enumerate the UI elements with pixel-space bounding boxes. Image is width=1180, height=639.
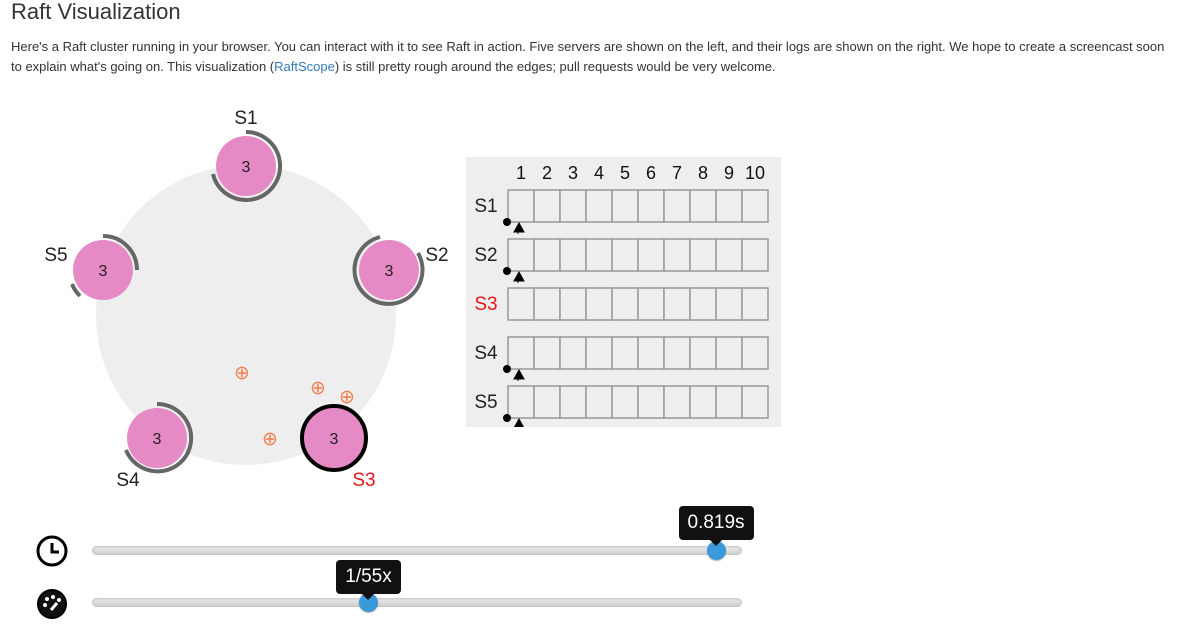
term-s5: 3 xyxy=(99,263,108,280)
log-entry-slot[interactable] xyxy=(689,238,717,272)
log-entry-slot[interactable] xyxy=(663,385,691,419)
log-entry-slot[interactable] xyxy=(663,336,691,370)
log-entry-slot[interactable] xyxy=(559,189,587,223)
log-column-number: 1 xyxy=(516,163,526,183)
server-label-s5: S5 xyxy=(44,245,67,266)
log-row-label-s2: S2 xyxy=(474,245,497,266)
log-entry-slot[interactable] xyxy=(637,287,665,321)
intro-text-end: ) is still pretty rough around the edges… xyxy=(334,59,776,74)
speed-tooltip: 1/55x xyxy=(336,560,401,600)
log-entry-slot[interactable] xyxy=(585,385,613,419)
message-1[interactable]: ⊕ xyxy=(234,362,250,384)
log-entry-slot[interactable] xyxy=(663,238,691,272)
log-entry-slot[interactable] xyxy=(585,189,613,223)
log-entry-slot[interactable] xyxy=(715,238,743,272)
log-column-number: 5 xyxy=(620,163,630,183)
log-entry-slot[interactable] xyxy=(715,189,743,223)
log-row-label-s1: S1 xyxy=(474,196,497,217)
log-entry-slot[interactable] xyxy=(559,238,587,272)
log-entry-slot[interactable] xyxy=(689,385,717,419)
log-entry-slot[interactable] xyxy=(741,385,769,419)
log-entry-slot[interactable] xyxy=(611,385,639,419)
message-2[interactable]: ⊕ xyxy=(310,377,326,399)
log-entry-slot[interactable] xyxy=(559,287,587,321)
log-column-number: 2 xyxy=(542,163,552,183)
log-entry-slot[interactable] xyxy=(611,238,639,272)
speed-control: 1/55x xyxy=(36,560,796,622)
term-s1: 3 xyxy=(242,159,251,176)
server-s3[interactable]: S3 3 xyxy=(300,404,376,491)
log-column-number: 10 xyxy=(745,163,765,183)
log-entry-slot[interactable] xyxy=(585,336,613,370)
log-entry-slot[interactable] xyxy=(611,287,639,321)
log-entry-slot[interactable] xyxy=(507,287,535,321)
log-entry-slot[interactable] xyxy=(689,189,717,223)
log-entry-slot[interactable] xyxy=(741,238,769,272)
commit-index-marker xyxy=(503,414,511,422)
log-entry-slot[interactable] xyxy=(637,189,665,223)
time-slider-track[interactable] xyxy=(92,546,742,555)
intro-paragraph: Here's a Raft cluster running in your br… xyxy=(11,37,1171,77)
log-entry-slot[interactable] xyxy=(689,336,717,370)
speed-slider-track[interactable] xyxy=(92,598,742,607)
log-row-label-s4: S4 xyxy=(474,343,498,364)
time-tooltip: 0.819s xyxy=(678,506,754,546)
cluster-ring: S1 3 S2 3 S5 3 S4 3 S3 3 ⊕ ⊕ ⊕ ⊕ xyxy=(44,108,448,491)
page-title: Raft Visualization xyxy=(11,0,181,24)
time-control: 0.819s xyxy=(36,506,796,569)
log-entry-slot[interactable] xyxy=(533,287,561,321)
log-entry-slot[interactable] xyxy=(663,287,691,321)
log-entry-slot[interactable] xyxy=(637,385,665,419)
log-entry-slot[interactable] xyxy=(611,336,639,370)
log-entry-slot[interactable] xyxy=(715,385,743,419)
log-entry-slot[interactable] xyxy=(689,287,717,321)
term-s3: 3 xyxy=(330,431,339,448)
message-4[interactable]: ⊕ xyxy=(262,428,278,450)
log-column-number: 6 xyxy=(646,163,656,183)
log-column-number: 4 xyxy=(594,163,604,183)
server-label-s3: S3 xyxy=(352,470,375,491)
log-column-number: 3 xyxy=(568,163,578,183)
log-entry-slot[interactable] xyxy=(507,189,535,223)
commit-index-marker xyxy=(503,365,511,373)
term-s4: 3 xyxy=(153,431,162,448)
log-row-label-s5: S5 xyxy=(474,392,497,413)
log-entry-slot[interactable] xyxy=(637,238,665,272)
log-entry-slot[interactable] xyxy=(715,336,743,370)
log-entry-slot[interactable] xyxy=(741,287,769,321)
log-column-number: 9 xyxy=(724,163,734,183)
log-entry-slot[interactable] xyxy=(715,287,743,321)
commit-index-marker xyxy=(503,267,511,275)
log-entry-slot[interactable] xyxy=(741,336,769,370)
log-entry-slot[interactable] xyxy=(741,189,769,223)
clock-icon xyxy=(36,535,68,567)
log-entry-slot[interactable] xyxy=(585,238,613,272)
term-s2: 3 xyxy=(385,263,394,280)
server-label-s2: S2 xyxy=(425,245,448,266)
server-label-s1: S1 xyxy=(234,108,257,129)
log-entry-slot[interactable] xyxy=(533,238,561,272)
log-entry-slot[interactable] xyxy=(533,189,561,223)
speedometer-icon xyxy=(37,589,67,619)
log-entry-slot[interactable] xyxy=(507,238,535,272)
log-column-number: 7 xyxy=(672,163,682,183)
log-entry-slot[interactable] xyxy=(585,287,613,321)
commit-index-marker xyxy=(503,218,511,226)
log-column-number: 8 xyxy=(698,163,708,183)
log-row-label-s3: S3 xyxy=(474,294,497,315)
log-entry-slot[interactable] xyxy=(533,385,561,419)
server-label-s4: S4 xyxy=(116,470,140,491)
log-entry-slot[interactable] xyxy=(507,385,535,419)
log-entry-slot[interactable] xyxy=(637,336,665,370)
raftscope-link[interactable]: RaftScope xyxy=(274,59,335,74)
log-table: 1 2 3 4 5 6 7 8 9 10 S1 S2 S3 S4 S5 xyxy=(466,157,781,427)
log-entry-slot[interactable] xyxy=(533,336,561,370)
log-entry-slot[interactable] xyxy=(663,189,691,223)
log-entry-slot[interactable] xyxy=(559,336,587,370)
message-3[interactable]: ⊕ xyxy=(339,386,355,408)
log-entry-slot[interactable] xyxy=(611,189,639,223)
log-entry-slot[interactable] xyxy=(507,336,535,370)
log-entry-slot[interactable] xyxy=(559,385,587,419)
